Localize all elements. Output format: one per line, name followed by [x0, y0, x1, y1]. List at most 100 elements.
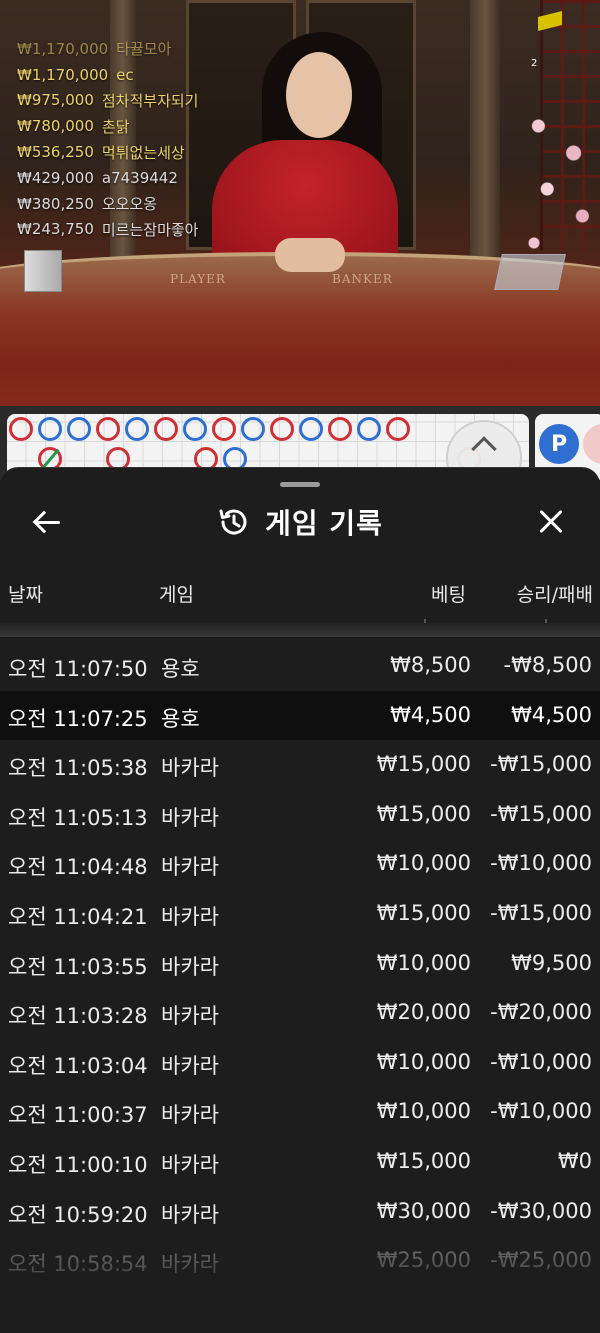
leaderboard-amount: ₩243,750 — [17, 220, 94, 239]
player-bead — [38, 417, 62, 441]
background-pillar — [470, 0, 500, 260]
cherry-blossom-decor — [512, 90, 600, 270]
leaderboard-name: ec — [116, 65, 134, 84]
leaderboard-name: 점차적부자되기 — [101, 91, 199, 110]
leaderboard-amount: ₩536,250 — [17, 143, 94, 162]
row-game: 바카라 — [161, 855, 219, 880]
game-history-sheet: 게임 기록 날짜 게임 베팅 승리/패배 오전 11:07:50 용호 ₩8,500… — [0, 467, 600, 1333]
row-game: 바카라 — [161, 1152, 219, 1177]
row-bet: ₩10,000 — [376, 950, 471, 975]
dealer-hands — [275, 238, 345, 272]
page-title: 게임 기록 — [265, 507, 383, 540]
history-row[interactable]: 오전 11:03:55 바카라 ₩10,000 ₩9,500 — [0, 939, 600, 989]
row-time: 오전 11:05:38 — [8, 756, 148, 781]
banker-badge — [583, 424, 600, 464]
row-game: 바카라 — [161, 1053, 219, 1078]
leaderboard-amount: ₩1,170,000 — [17, 65, 109, 84]
row-game: 용호 — [161, 706, 200, 731]
row-time: 오전 11:04:21 — [8, 904, 148, 929]
column-header-result[interactable]: 승리/패배 — [517, 580, 593, 607]
column-header-game[interactable]: 게임 — [159, 580, 194, 607]
history-row[interactable]: 오전 11:00:10 바카라 ₩15,000 ₩0 — [0, 1137, 600, 1187]
leaderboard-name: 촌닭 — [101, 117, 130, 136]
history-row[interactable]: 오전 11:03:04 바카라 ₩10,000 -₩10,000 — [0, 1038, 600, 1088]
history-row[interactable]: 오전 10:58:54 바카라 ₩25,000 -₩25,000 — [0, 1236, 600, 1286]
banker-bead — [9, 417, 33, 441]
history-row[interactable]: 오전 11:07:25 용호 ₩4,500 ₩4,500 — [0, 690, 600, 741]
row-result: -₩20,000 — [490, 1000, 592, 1025]
row-game: 용호 — [161, 657, 200, 681]
player-bead — [241, 417, 265, 441]
leaderboard-row: ₩380,250 오오오옹 — [17, 191, 198, 217]
header-divider — [0, 623, 600, 637]
row-bet: ₩30,000 — [376, 1198, 471, 1223]
banker-bead — [96, 417, 120, 441]
row-time: 오전 11:05:13 — [8, 805, 148, 830]
arrow-left-icon-head — [32, 510, 56, 534]
row-bet: ₩15,000 — [376, 752, 471, 777]
row-bet: ₩8,500 — [390, 653, 471, 677]
history-list[interactable]: 오전 11:07:50 용호 ₩8,500 -₩8,500 오전 11:07:25 용호 ₩… — [0, 641, 600, 1286]
sheet-header: 게임 기록 — [0, 496, 600, 548]
leaderboard-row: ₩536,250 먹튀없는세상 — [17, 139, 198, 165]
leaderboard-row: ₩243,750 미르는잠마좋아 — [17, 217, 198, 243]
winners-leaderboard: ₩1,170,000 타뀰모아 ₩1,170,000 ec ₩975,000 점차적부자되… — [17, 36, 198, 242]
row-bet: ₩15,000 — [376, 900, 471, 925]
history-row[interactable]: 오전 10:59:20 바카라 ₩30,000 -₩30,000 — [0, 1187, 600, 1237]
history-row[interactable]: 오전 11:00:37 바카라 ₩10,000 -₩10,000 — [0, 1087, 600, 1137]
history-row[interactable]: 오전 11:04:21 바카라 ₩15,000 -₩15,000 — [0, 889, 600, 939]
leaderboard-row: ₩975,000 점차적부자되기 — [17, 88, 198, 114]
row-time: 오전 11:07:25 — [8, 706, 148, 731]
banker-bead — [328, 417, 352, 441]
card-discard-tray — [24, 250, 62, 292]
leaderboard-amount: ₩429,000 — [17, 168, 94, 187]
column-header-date[interactable]: 날짜 — [8, 580, 43, 607]
row-bet: ₩4,500 — [390, 702, 471, 727]
row-bet: ₩25,000 — [376, 1248, 471, 1273]
row-time: 오전 10:59:20 — [8, 1202, 148, 1227]
viewer-count: 2 — [531, 58, 538, 69]
player-bead — [357, 417, 381, 441]
row-bet: ₩20,000 — [376, 1000, 471, 1025]
history-row[interactable]: 오전 11:03:28 바카라 ₩20,000 -₩20,000 — [0, 988, 600, 1038]
row-game: 바카라 — [161, 805, 219, 830]
row-bet: ₩10,000 — [376, 1049, 471, 1074]
card-shoe — [494, 254, 566, 290]
column-header-bet[interactable]: 베팅 — [431, 580, 466, 607]
row-result: ₩9,500 — [511, 950, 592, 975]
leaderboard-row: ₩429,000 a7439442 — [17, 165, 198, 191]
row-result: -₩10,000 — [490, 851, 592, 876]
leaderboard-row: ₩1,170,000 타뀰모아 — [17, 36, 198, 62]
row-time: 오전 11:07:50 — [8, 657, 148, 681]
history-row[interactable]: 오전 11:05:13 바카라 ₩15,000 -₩15,000 — [0, 790, 600, 840]
sheet-title-group: 게임 기록 — [0, 496, 600, 548]
table-label-player: PLAYER — [170, 272, 226, 286]
row-time: 오전 11:00:37 — [8, 1103, 148, 1128]
row-time: 오전 11:04:48 — [8, 855, 148, 880]
row-result: -₩25,000 — [490, 1248, 592, 1273]
player-bead — [183, 417, 207, 441]
banker-bead — [212, 417, 236, 441]
row-result: ₩4,500 — [511, 702, 592, 727]
row-result: -₩15,000 — [490, 900, 592, 925]
history-row[interactable]: 오전 11:07:50 용호 ₩8,500 -₩8,500 — [0, 641, 600, 691]
row-bet: ₩10,000 — [376, 1099, 471, 1124]
leaderboard-name: 먹튀없는세상 — [101, 143, 185, 162]
leaderboard-row: ₩780,000 촌닭 — [17, 113, 198, 139]
leaderboard-name: a7439442 — [101, 168, 178, 187]
leaderboard-amount: ₩780,000 — [17, 117, 94, 136]
history-row[interactable]: 오전 11:04:48 바카라 ₩10,000 -₩10,000 — [0, 839, 600, 889]
chevron-up-icon — [471, 436, 497, 462]
row-result: -₩30,000 — [490, 1198, 592, 1223]
row-result: -₩10,000 — [490, 1049, 592, 1074]
row-result: -₩8,500 — [503, 653, 592, 677]
player-bead — [67, 417, 91, 441]
history-row[interactable]: 오전 11:05:38 바카라 ₩15,000 -₩15,000 — [0, 740, 600, 790]
row-result: -₩15,000 — [490, 801, 592, 826]
sheet-drag-handle[interactable] — [280, 482, 320, 487]
row-time: 오전 10:58:54 — [8, 1252, 148, 1277]
close-button[interactable] — [532, 500, 576, 544]
row-game: 바카라 — [161, 1004, 219, 1029]
row-time: 오전 11:03:28 — [8, 1004, 148, 1029]
back-button[interactable] — [26, 500, 70, 544]
